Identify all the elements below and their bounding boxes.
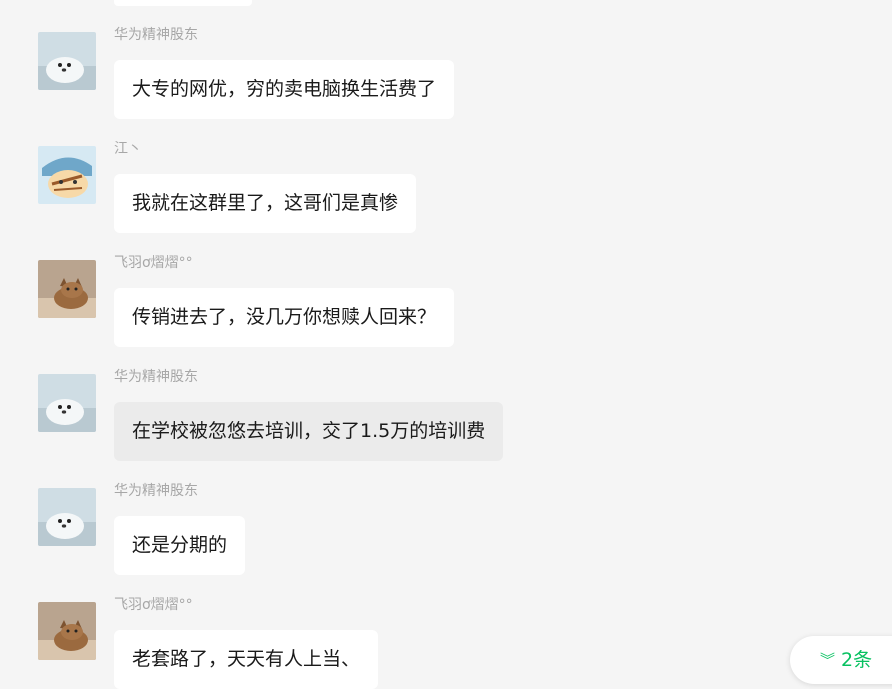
message-item: 华为精神股东 在学校被忽悠去培训，交了1.5万的培训费 — [0, 342, 892, 461]
sender-name: 飞羽ơ熠熠°° — [114, 255, 193, 271]
sender-name: 华为精神股东 — [114, 483, 198, 499]
sender-name: 华为精神股东 — [114, 369, 198, 385]
sender-name: 江丶 — [114, 141, 142, 157]
new-messages-label: 2条 — [841, 649, 873, 671]
message-bubble[interactable]: 老套路了，天天有人上当、 — [114, 630, 379, 689]
sender-name: 华为精神股东 — [114, 27, 198, 43]
kitten-icon[interactable] — [38, 260, 96, 318]
message-bubble[interactable]: 传销进去了，没几万你想赎人回来？ — [114, 288, 455, 347]
seal-icon[interactable] — [38, 374, 96, 432]
seal-icon[interactable] — [38, 488, 96, 546]
seal-icon[interactable] — [38, 32, 96, 90]
message-item: 飞羽ơ熠熠°° 老套路了，天天有人上当、 — [0, 570, 892, 689]
message-bubble[interactable]: 在学校被忽悠去培训，交了1.5万的培训费 — [114, 402, 504, 461]
chat-message-list[interactable]: 华为精神股东 大专的网优，穷的卖电脑换生活费了 江丶 我就在这群里了，这哥们是真… — [0, 0, 892, 689]
sender-name: 飞羽ơ熠熠°° — [114, 597, 193, 613]
message-item: 飞羽ơ熠熠°° 传销进去了，没几万你想赎人回来？ — [0, 228, 892, 347]
chevron-double-down-icon: ︾ — [820, 651, 836, 669]
message-item: 华为精神股东 还是分期的 — [0, 456, 892, 575]
message-item: 江丶 我就在这群里了，这哥们是真惨 — [0, 114, 892, 233]
message-bubble[interactable]: 还是分期的 — [114, 516, 246, 575]
kitten-icon[interactable] — [38, 602, 96, 660]
message-bubble[interactable]: 大专的网优，穷的卖电脑换生活费了 — [114, 60, 455, 119]
new-messages-button[interactable]: ︾ 2条 — [790, 636, 892, 684]
message-bubble[interactable]: 我就在这群里了，这哥们是真惨 — [114, 174, 417, 233]
cartoon-icon[interactable] — [38, 146, 96, 204]
message-item: 华为精神股东 大专的网优，穷的卖电脑换生活费了 — [0, 0, 892, 119]
